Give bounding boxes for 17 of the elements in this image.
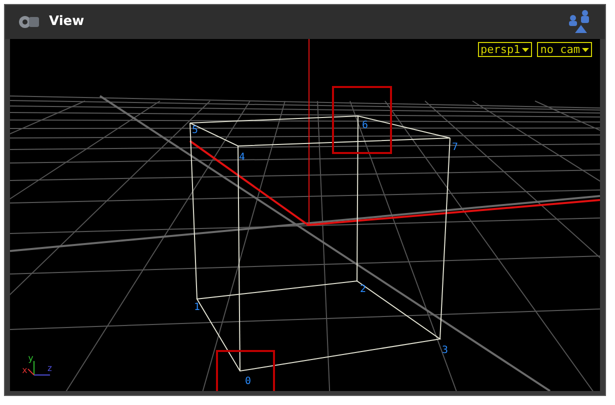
panel-title: View: [49, 13, 84, 32]
point-number: 5: [192, 126, 198, 136]
point-number: 4: [239, 153, 246, 163]
axis-label: y: [28, 355, 34, 364]
viewport[interactable]: 0 1 2 3 4 5 6 7 x y z persp1 no cam: [10, 39, 600, 391]
point-number: 3: [442, 346, 448, 356]
view-dropdown[interactable]: persp1: [478, 42, 532, 57]
point-number: 7: [452, 143, 458, 153]
caret-icon: [582, 48, 589, 52]
point-number: 2: [360, 285, 366, 295]
caret-icon: [522, 48, 530, 52]
point-number: 1: [194, 303, 200, 313]
point-number: 6: [362, 121, 368, 131]
point-number: 0: [245, 377, 252, 387]
view-dropdown[interactable]: no cam: [537, 42, 592, 57]
axis-label: z: [47, 365, 52, 374]
axis-label: x: [22, 367, 28, 376]
